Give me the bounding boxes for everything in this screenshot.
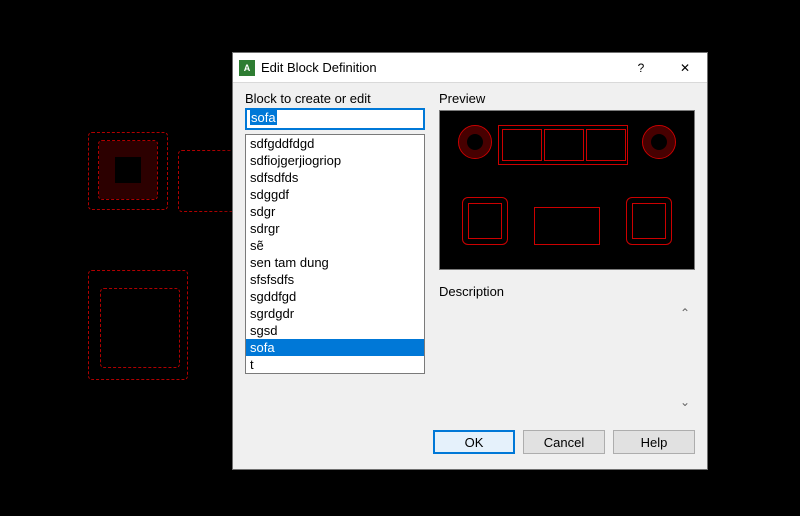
block-list-item[interactable]: sdfgddfdgd [246,135,424,152]
preview-canvas [439,110,695,270]
block-list-item[interactable]: sgsd [246,322,424,339]
block-list-item[interactable]: sofa [246,339,424,356]
preview-label: Preview [439,91,695,106]
block-name-input[interactable] [245,108,425,130]
block-list-item[interactable]: sfsfsdfs [246,271,424,288]
description-scroll-down-icon[interactable]: ⌄ [675,395,695,409]
help-button[interactable]: Help [613,430,695,454]
block-name-label: Block to create or edit [245,91,425,106]
block-list-item[interactable]: sen tam dung [246,254,424,271]
close-button[interactable]: ✕ [663,53,707,83]
block-list-item[interactable]: sdfiojgerjiogriop [246,152,424,169]
block-list-item[interactable]: sgddfgd [246,288,424,305]
cancel-button[interactable]: Cancel [523,430,605,454]
block-list-item[interactable]: sdgr [246,203,424,220]
block-list-item[interactable]: t [246,356,424,373]
help-titlebar-button[interactable]: ? [619,53,663,83]
block-list-item[interactable]: sdrgr [246,220,424,237]
ok-button[interactable]: OK [433,430,515,454]
block-list-item[interactable]: sdggdf [246,186,424,203]
app-icon: A [239,60,255,76]
titlebar: A Edit Block Definition ? ✕ [233,53,707,83]
block-list-item[interactable]: sgrdgdr [246,305,424,322]
edit-block-definition-dialog: A Edit Block Definition ? ✕ Block to cre… [232,52,708,470]
description-label: Description [439,284,695,299]
block-list-item[interactable]: sdfsdfds [246,169,424,186]
block-list-item[interactable]: sẽ [246,237,424,254]
description-scroll-up-icon[interactable]: ⌃ [675,306,695,320]
block-list[interactable]: SALOONsdfgddfdgdsdfiojgerjiogriopsdfsdfd… [245,134,425,374]
dialog-title: Edit Block Definition [261,60,619,75]
dialog-buttonbar: OK Cancel Help [233,425,707,469]
